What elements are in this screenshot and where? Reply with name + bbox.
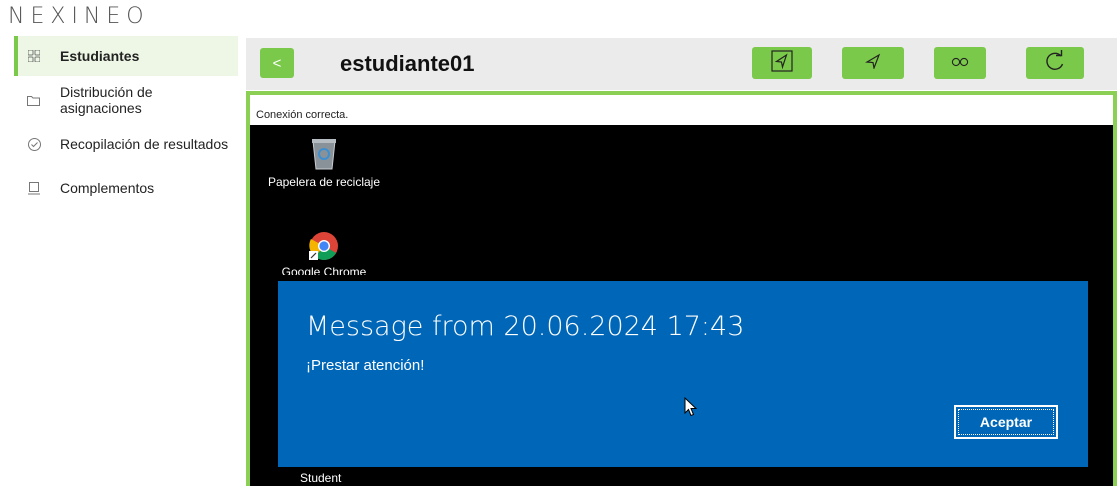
- back-button[interactable]: <: [260, 48, 294, 78]
- chrome-desktop-item[interactable]: Google Chrome: [254, 231, 394, 275]
- page-title: estudiante01: [340, 51, 475, 76]
- sidebar-item-label: Complementos: [60, 180, 155, 196]
- sidebar-item-complementos[interactable]: Complementos: [14, 168, 238, 208]
- accept-button[interactable]: Aceptar: [954, 405, 1058, 439]
- grid-icon: [26, 48, 42, 64]
- send-box-button[interactable]: [752, 47, 812, 79]
- folder-icon: [26, 92, 42, 108]
- app-logo: NEXINEO: [8, 4, 150, 29]
- connection-status: Conexión correcta.: [250, 95, 1113, 125]
- desktop-item-label: Papelera de reciclaje: [267, 175, 381, 189]
- send-button[interactable]: [842, 47, 904, 79]
- remote-screen[interactable]: Conexión correcta. Papelera de reciclaje…: [246, 91, 1117, 486]
- send-icon: [865, 53, 881, 74]
- sidebar-item-estudiantes[interactable]: Estudiantes: [14, 36, 238, 76]
- recycle-bin-desktop-item[interactable]: Papelera de reciclaje: [254, 137, 394, 189]
- laptop-icon: [26, 180, 42, 196]
- check-circle-icon: [26, 136, 42, 152]
- remote-desktop[interactable]: Papelera de reciclaje Google Chrome Mess…: [250, 125, 1113, 486]
- sidebar: Estudiantes Distribución de asignaciones…: [0, 32, 240, 486]
- message-dialog: Message from 20.06.2024 17:43 ¡Prestar a…: [278, 281, 1088, 467]
- header-bar: < estudiante01: [246, 38, 1117, 90]
- chrome-icon: [304, 231, 344, 261]
- infinity-icon: [951, 54, 969, 72]
- refresh-button[interactable]: [1026, 47, 1084, 79]
- desktop-item-label: Google Chrome: [281, 265, 367, 275]
- recycle-bin-icon: [304, 137, 344, 171]
- student-label: Student: [300, 471, 342, 485]
- dialog-title: Message from 20.06.2024 17:43: [306, 311, 745, 342]
- mouse-cursor-icon: [684, 396, 698, 422]
- sidebar-item-distribucion[interactable]: Distribución de asignaciones: [14, 80, 238, 120]
- sidebar-item-label: Recopilación de resultados: [60, 136, 229, 152]
- sidebar-item-label: Estudiantes: [60, 48, 140, 64]
- send-box-icon: [771, 49, 793, 77]
- refresh-icon: [1043, 49, 1067, 78]
- watch-button[interactable]: [934, 47, 986, 79]
- sidebar-item-label: Distribución de asignaciones: [59, 84, 153, 116]
- dialog-message: ¡Prestar atención!: [306, 357, 425, 374]
- sidebar-item-recopilacion[interactable]: Recopilación de resultados: [14, 124, 238, 164]
